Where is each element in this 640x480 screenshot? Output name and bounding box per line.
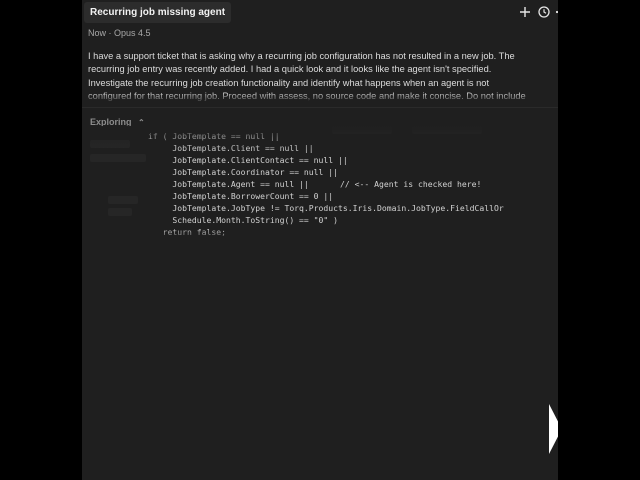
prompt-line: Investigate the recurring job creation f… (88, 77, 490, 88)
chevron-up-icon: ⌃ (138, 118, 145, 127)
code-line: JobTemplate.JobType != Torq.Products.Iri… (148, 203, 504, 213)
prompt-line: configured for that recurring job. Proce… (88, 91, 526, 102)
code-line: JobTemplate.ClientContact == null || (148, 155, 348, 165)
code-snippet: if ( JobTemplate == null || JobTemplate.… (82, 130, 558, 238)
code-comment: // <-- Agent is checked here! (340, 179, 482, 189)
new-chat-button[interactable] (518, 5, 532, 19)
code-line: if ( JobTemplate == null || (148, 131, 280, 141)
code-line: JobTemplate.Coordinator == null || (148, 167, 339, 177)
user-prompt: I have a support ticket that is asking w… (88, 50, 548, 104)
code-line: JobTemplate.Agent == null || (148, 179, 309, 189)
code-line: JobTemplate.Client == null || (148, 143, 314, 153)
code-line: return false; (148, 227, 226, 237)
history-button[interactable] (537, 5, 551, 19)
ellipsis-icon (555, 10, 558, 14)
code-line: JobTemplate.BorrowerCount == 0 || (148, 191, 334, 201)
chat-panel: Recurring job missing agent Now · Opus 4… (82, 0, 558, 480)
panel-header: Recurring job missing agent (82, 0, 558, 26)
exploring-label: Exploring (90, 117, 132, 127)
prompt-line: recurring job entry was recently added. … (88, 64, 492, 75)
conversation-title-tab[interactable]: Recurring job missing agent (84, 2, 232, 23)
prompt-line: I have a support ticket that is asking w… (88, 51, 515, 61)
message-meta: Now · Opus 4.5 (88, 28, 151, 38)
conversation-title: Recurring job missing agent (90, 7, 226, 18)
plus-icon (520, 7, 530, 17)
code-line: Schedule.Month.ToString() == "0" ) (148, 215, 339, 225)
clock-icon (538, 6, 550, 18)
divider (82, 107, 558, 108)
exploring-toggle[interactable]: Exploring ⌃ (90, 116, 145, 128)
more-options-button[interactable] (554, 5, 558, 19)
